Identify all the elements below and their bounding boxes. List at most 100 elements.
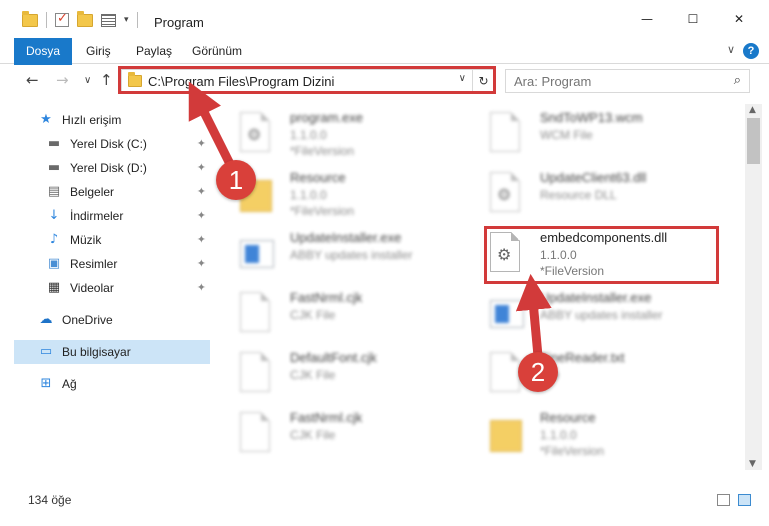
maximize-icon: ☐	[687, 12, 699, 26]
address-dropdown-icon[interactable]: ∨	[459, 73, 466, 84]
qat-dropdown-icon[interactable]: ▾	[124, 15, 129, 25]
file-item[interactable]: UpdateInstaller.exe ABBY updates installe…	[484, 288, 714, 344]
tiles-view-icon[interactable]	[738, 494, 751, 506]
pin-icon[interactable]: ✦	[197, 257, 206, 270]
file-name: UpdateClient63.dll	[540, 170, 647, 185]
documents-icon: ▤	[47, 184, 61, 199]
back-arrow-icon[interactable]: ←	[26, 71, 39, 89]
sidebar-item-label: Bu bilgisayar	[62, 345, 131, 359]
tab-share[interactable]: Paylaş	[136, 38, 172, 64]
sidebar-item-label: Resimler	[70, 257, 118, 271]
scroll-up-icon[interactable]: ▲	[749, 105, 756, 115]
file-item[interactable]: ⚙ program.exe 1.1.0.0 *FileVersion	[234, 108, 464, 164]
step-badge-1: 1	[216, 160, 256, 200]
file-detail: WCM File	[540, 128, 593, 142]
sidebar-item[interactable]: ⊞ Ağ	[14, 372, 210, 396]
document-icon	[490, 112, 526, 158]
file-name: Resource	[540, 410, 596, 425]
file-version: *FileVersion	[540, 444, 605, 458]
file-item[interactable]: ⚙ embedcomponents.dll 1.1.0.0 *FileVersion	[484, 228, 714, 284]
address-bar[interactable]: C:\Program Files\Program Dizini ∨ ↻	[121, 69, 495, 93]
file-detail: CJK File	[290, 308, 336, 322]
sidebar-item[interactable]: ▬ Yerel Disk (C:) ✦	[14, 132, 210, 156]
file-item[interactable]: FastNrml.cjk CJK File	[234, 288, 464, 344]
file-version: *FileVersion	[290, 144, 355, 158]
close-icon: ✕	[733, 12, 745, 26]
pin-icon[interactable]: ✦	[197, 209, 206, 222]
sidebar-item[interactable]: ▬ Yerel Disk (D:) ✦	[14, 156, 210, 180]
network-icon: ⊞	[40, 376, 52, 391]
details-view-icon[interactable]	[717, 494, 730, 506]
dll-gear-icon: ⚙	[490, 232, 526, 278]
sidebar-item[interactable]: ▤ Belgeler ✦	[14, 180, 210, 204]
close-button[interactable]: ✕	[716, 0, 762, 38]
customize-view-icon[interactable]	[101, 13, 116, 27]
sidebar-item[interactable]: ▦ Videolar ✦	[14, 276, 210, 300]
pictures-icon: ▣	[47, 256, 61, 271]
navigation-pane: ★ Hızlı erişim ▬ Yerel Disk (C:) ✦ ▬ Yerel Dis…	[14, 104, 210, 470]
tab-view[interactable]: Görünüm	[192, 38, 242, 64]
file-detail: Resource DLL	[540, 188, 617, 202]
folder-icon	[128, 72, 142, 87]
search-input[interactable]	[514, 70, 714, 92]
file-item[interactable]: Resource 1.1.0.0 *FileVersion	[234, 168, 464, 224]
search-box[interactable]: ⌕	[505, 69, 750, 93]
file-item[interactable]: UpdateInstaller.exe ABBY updates installe…	[234, 228, 464, 284]
file-item[interactable]: FastNrml.cjk CJK File	[234, 408, 464, 464]
folder-icon	[490, 412, 526, 458]
file-name: program.exe	[290, 110, 363, 125]
scroll-down-icon[interactable]: ▼	[749, 459, 756, 469]
sidebar-item-label: Müzik	[70, 233, 102, 247]
scrollbar-thumb[interactable]	[747, 118, 760, 164]
ribbon-expand-icon[interactable]: ∨	[727, 43, 735, 56]
sidebar-item[interactable]: ▭ Bu bilgisayar	[14, 340, 210, 364]
search-icon[interactable]: ⌕	[734, 73, 741, 88]
document-icon	[240, 412, 276, 458]
maximize-button[interactable]: ☐	[670, 0, 716, 38]
address-path[interactable]: C:\Program Files\Program Dizini	[148, 74, 334, 89]
file-detail: CJK File	[290, 428, 336, 442]
drive-icon: ▬	[47, 136, 61, 151]
sidebar-item[interactable]: ↓ İndirmeler ✦	[14, 204, 210, 228]
new-folder-icon[interactable]	[77, 10, 93, 27]
file-detail: ABBY updates installer	[540, 308, 663, 322]
recent-locations-icon[interactable]: ∨	[84, 75, 91, 86]
file-item[interactable]: Resource 1.1.0.0 *FileVersion	[484, 408, 714, 464]
exe-icon: ⚙	[240, 112, 276, 158]
music-icon: ♪	[49, 232, 59, 247]
file-name: embedcomponents.dll	[540, 230, 668, 245]
file-item[interactable]: SndToWP13.wcm WCM File	[484, 108, 714, 164]
properties-check-icon[interactable]	[55, 11, 69, 27]
file-name: DefaultFont.cjk	[290, 350, 377, 365]
sidebar-item[interactable]: ★ Hızlı erişim	[14, 108, 210, 132]
help-icon[interactable]: ?	[743, 43, 759, 59]
vertical-scrollbar[interactable]: ▲ ▼	[745, 104, 762, 470]
sidebar-item[interactable]: ♪ Müzik ✦	[14, 228, 210, 252]
status-bar: 134 öğe	[0, 488, 769, 512]
pin-icon[interactable]: ✦	[197, 281, 206, 294]
sidebar-item-label: Yerel Disk (D:)	[70, 161, 147, 175]
up-arrow-icon[interactable]: ↑	[100, 71, 113, 89]
pin-icon[interactable]: ✦	[197, 161, 206, 174]
dll-icon: ⚙	[490, 172, 526, 218]
pin-icon[interactable]: ✦	[197, 137, 206, 150]
sidebar-item[interactable]: ☁ OneDrive	[14, 308, 210, 332]
document-icon	[240, 292, 276, 338]
file-item[interactable]: ⚙ UpdateClient63.dll Resource DLL	[484, 168, 714, 224]
sidebar-item[interactable]: ▣ Resimler ✦	[14, 252, 210, 276]
file-detail: 1.1.0.0	[540, 428, 577, 442]
forward-arrow-icon[interactable]: →	[56, 71, 69, 89]
item-count: 134 öğe	[28, 493, 72, 507]
minimize-button[interactable]: —	[624, 0, 670, 38]
tab-home[interactable]: Giriş	[86, 38, 111, 64]
refresh-icon[interactable]: ↻	[472, 70, 494, 92]
file-name: FastNrml.cjk	[290, 290, 363, 305]
pin-icon[interactable]: ✦	[197, 185, 206, 198]
pin-icon[interactable]: ✦	[197, 233, 206, 246]
title-bar: ▾ Program — ☐ ✕	[0, 0, 769, 38]
file-name: SndToWP13.wcm	[540, 110, 643, 125]
star-icon: ★	[40, 112, 52, 127]
installer-icon	[240, 232, 276, 278]
file-item[interactable]: DefaultFont.cjk CJK File	[234, 348, 464, 404]
file-name: UpdateInstaller.exe	[540, 290, 652, 305]
